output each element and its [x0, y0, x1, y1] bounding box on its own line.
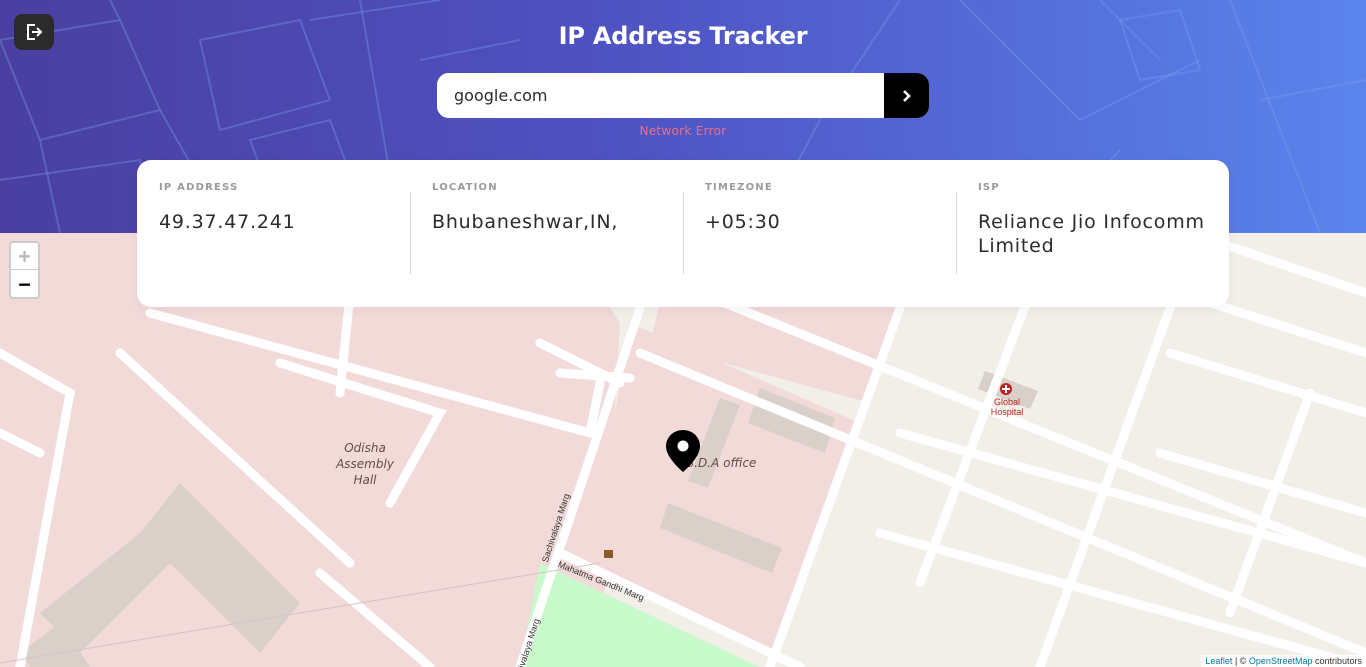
info-ip: IP ADDRESS 49.37.47.241	[137, 160, 410, 307]
info-label: TIMEZONE	[705, 182, 773, 193]
zoom-in-button[interactable]: +	[11, 243, 38, 270]
info-isp: ISP Reliance Jio Infocomm Limited	[956, 160, 1229, 307]
error-message: Network Error	[639, 124, 727, 138]
search-input[interactable]	[437, 73, 884, 118]
info-timezone: TIMEZONE +05:30	[683, 160, 956, 307]
page-title: IP Address Tracker	[558, 22, 808, 50]
info-label: ISP	[978, 182, 1000, 193]
openstreetmap-link[interactable]: OpenStreetMap	[1249, 656, 1313, 666]
attribution-contributors: contributors	[1312, 656, 1362, 666]
info-value: Bhubaneshwar,IN,	[432, 211, 619, 233]
info-value: Reliance Jio Infocomm Limited	[978, 211, 1205, 257]
info-card: IP ADDRESS 49.37.47.241 LOCATION Bhubane…	[137, 160, 1229, 307]
map-label-hospital: Global Hospital	[990, 397, 1024, 417]
info-label: IP ADDRESS	[159, 182, 239, 193]
location-pin-icon[interactable]	[664, 428, 702, 474]
chevron-right-icon	[902, 89, 911, 102]
map-label-assembly: Odisha Assembly Hall	[336, 441, 394, 487]
info-value: +05:30	[705, 211, 781, 233]
zoom-out-button[interactable]: −	[11, 270, 38, 297]
zoom-control: + −	[9, 241, 40, 299]
search-submit-button[interactable]	[884, 73, 929, 118]
attribution-separator: | ©	[1232, 656, 1249, 666]
info-value: 49.37.47.241	[159, 211, 296, 233]
info-label: LOCATION	[432, 182, 498, 193]
leaflet-link[interactable]: Leaflet	[1205, 656, 1232, 666]
info-location: LOCATION Bhubaneshwar,IN,	[410, 160, 683, 307]
search-bar	[437, 73, 929, 118]
map-attribution: Leaflet | © OpenStreetMap contributors	[1201, 655, 1366, 667]
